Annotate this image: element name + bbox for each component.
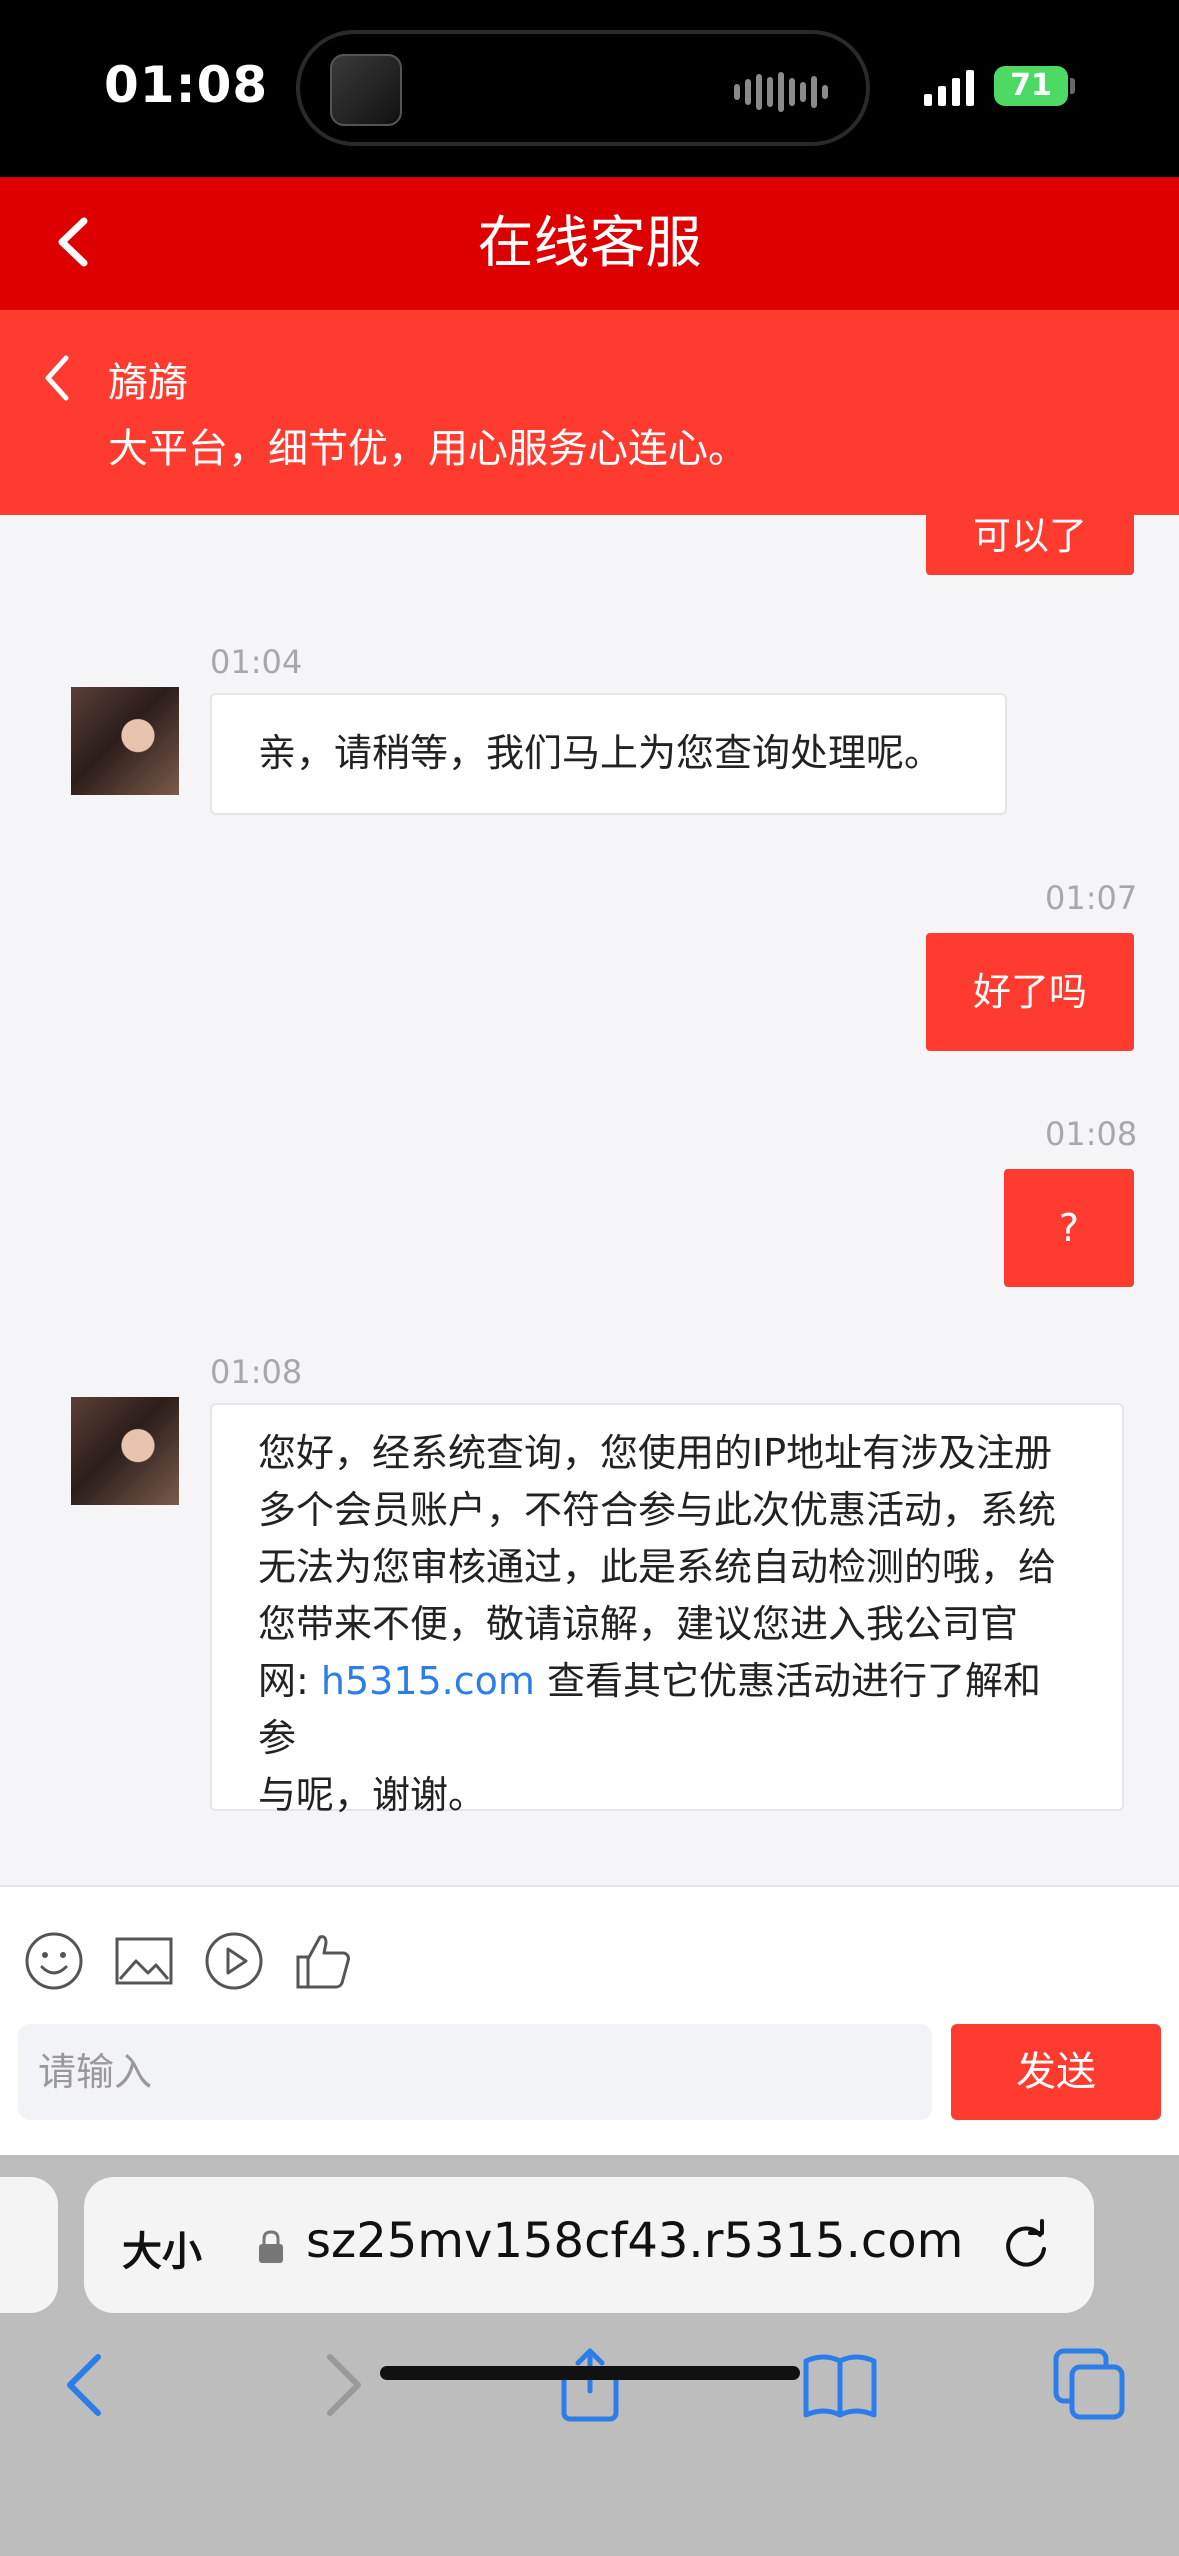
battery-icon: 71 [994, 66, 1068, 106]
message-text: 好了吗 [972, 970, 1087, 1014]
bookmarks-icon[interactable] [800, 2345, 880, 2425]
url-text[interactable]: sz25mv158cf43.r5315.com [306, 2213, 963, 2269]
message-line: 无法为您审核通过，此是系统自动检测的哦，给 [258, 1545, 1057, 1589]
agent-name: 旖旖 [108, 360, 188, 406]
message-line: 多个会员账户，不符合参与此次优惠活动，系统 [258, 1488, 1057, 1532]
back-arrow-icon[interactable] [40, 207, 110, 277]
audio-waveform-icon [734, 72, 828, 112]
message-line: 网: h5315.com 查看其它优惠活动进行了解和参 [258, 1653, 1076, 1767]
message-bubble-outgoing: 好了吗 [926, 933, 1134, 1051]
status-bar: 01:08 71 [0, 0, 1179, 177]
forward-icon[interactable] [300, 2345, 380, 2425]
message-text: ? [1058, 1206, 1080, 1250]
emoji-icon[interactable] [22, 1929, 86, 1993]
video-icon[interactable] [202, 1929, 266, 1993]
message-input[interactable]: 请输入 [18, 2024, 932, 2120]
image-icon[interactable] [112, 1929, 176, 1993]
chat-message-list[interactable]: 可以了 01:04 亲，请稍等，我们马上为您查询处理呢。 01:07 好了吗 0… [0, 515, 1179, 1885]
reload-icon[interactable] [996, 2217, 1056, 2277]
send-button[interactable]: 发送 [951, 2024, 1161, 2120]
lock-icon [259, 2230, 283, 2263]
battery-cap [1070, 78, 1075, 94]
website-link[interactable]: h5315.com [321, 1659, 535, 1703]
previous-tab-peek[interactable] [0, 2177, 58, 2313]
link-prefix: 网: [258, 1659, 321, 1703]
message-line: 您好，经系统查询，您使用的IP地址有涉及注册 [258, 1431, 1053, 1475]
message-timestamp: 01:07 [1045, 879, 1138, 917]
share-icon[interactable] [550, 2345, 630, 2425]
input-placeholder: 请输入 [38, 2050, 153, 2094]
agent-avatar [71, 1397, 179, 1505]
chat-header: 在线客服 [0, 177, 1179, 310]
message-text: 亲，请稍等，我们马上为您查询处理呢。 [258, 731, 943, 775]
message-line: 您带来不便，敬请谅解，建议您进入我公司官 [258, 1602, 1019, 1646]
home-indicator[interactable] [380, 2366, 800, 2380]
battery-level: 71 [1010, 68, 1052, 103]
message-bubble-outgoing: 可以了 [926, 515, 1134, 575]
address-bar[interactable]: 大小 sz25mv158cf43.r5315.com [84, 2177, 1094, 2313]
agent-avatar [71, 687, 179, 795]
dynamic-island[interactable] [296, 30, 870, 146]
agent-slogan: 大平台，细节优，用心服务心连心。 [108, 426, 748, 472]
like-icon[interactable] [292, 1929, 356, 1993]
message-bubble-incoming: 您好，经系统查询，您使用的IP地址有涉及注册 多个会员账户，不符合参与此次优惠活… [210, 1403, 1124, 1817]
cellular-signal-icon [924, 68, 974, 106]
chat-input-toolbar: 请输入 发送 [0, 1885, 1179, 2155]
message-line: 与呢，谢谢。 [258, 1773, 487, 1817]
message-bubble-incoming: 亲，请稍等，我们马上为您查询处理呢。 [210, 693, 1007, 815]
browser-toolbar: 大小 sz25mv158cf43.r5315.com [0, 2155, 1179, 2556]
text-size-button[interactable]: 大小 [122, 2219, 202, 2277]
message-bubble-outgoing: ? [1004, 1169, 1134, 1287]
message-text: 可以了 [972, 515, 1087, 558]
message-timestamp: 01:08 [210, 1353, 303, 1391]
tabs-icon[interactable] [1050, 2345, 1130, 2425]
status-time: 01:08 [104, 56, 269, 114]
message-timestamp: 01:04 [210, 643, 303, 681]
now-playing-artwork [330, 54, 402, 126]
agent-banner: 旖旖 大平台，细节优，用心服务心连心。 [0, 310, 1179, 515]
page-title: 在线客服 [477, 211, 702, 276]
back-icon[interactable] [48, 2345, 128, 2425]
chevron-left-icon[interactable] [34, 348, 84, 408]
message-timestamp: 01:08 [1045, 1115, 1138, 1153]
